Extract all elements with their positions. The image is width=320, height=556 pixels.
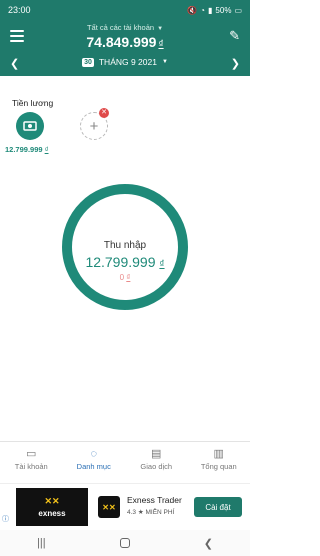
ad-price: MIỄN PHÍ (145, 509, 175, 516)
expense-total: 0 ₫ (0, 273, 250, 282)
battery-icon: ▭ (234, 5, 242, 15)
ad-banner[interactable]: ⓘ ✕✕ exness ✕✕ Exness Trader 4.3 ★ MIỄN … (0, 483, 250, 529)
home-icon[interactable] (119, 538, 130, 548)
currency-symbol: ₫ (158, 39, 164, 50)
chevron-down-icon: ▼ (161, 59, 168, 65)
income-value: 12.799.999 (85, 254, 156, 270)
ad-logo: ✕✕ exness (16, 488, 88, 526)
total-amount: 74.849.999 (86, 34, 157, 50)
nav-overview-label: Tổng quan (200, 462, 237, 471)
currency-symbol: ₫ (44, 145, 49, 154)
chevron-down-icon: ▼ (157, 26, 164, 32)
calendar-badge: 30 (82, 57, 94, 67)
currency-symbol: ₫ (159, 259, 165, 270)
ad-app-name: Exness Trader (127, 495, 182, 505)
wallet-icon: ▭ (26, 448, 37, 460)
nav-categories[interactable]: ◌ Danh mục (63, 442, 126, 478)
transactions-icon: ▤ (151, 448, 162, 460)
bottom-nav: ▭ Tài khoản ◌ Danh mục ▤ Giao dịch ▥ Tổn… (0, 441, 250, 478)
category-label: Tiền lương (12, 98, 54, 108)
income-total: 12.799.999 ₫ (0, 254, 250, 270)
install-button[interactable]: Cài đặt (194, 497, 242, 517)
system-nav: ||| ❮ (0, 530, 250, 556)
account-selector[interactable]: Tất cả các tài khoản ▼ (0, 23, 250, 32)
period-selector[interactable]: 30 THÁNG 9 2021 ▼ (0, 57, 250, 67)
status-bar: 23:00 🔇 ◔ ▮ 50% ▭ (0, 0, 250, 20)
currency-symbol: ₫ (126, 273, 131, 282)
remove-icon[interactable]: ✕ (99, 108, 109, 118)
category-amount: 12.799.999 ₫ (5, 145, 49, 154)
recent-apps-icon[interactable]: ||| (37, 537, 46, 549)
overview-icon: ▥ (213, 448, 224, 460)
nav-accounts-label: Tài khoản (14, 462, 48, 471)
summary-title: Thu nhập (103, 240, 147, 251)
money-icon (23, 121, 37, 131)
nav-overview[interactable]: ▥ Tổng quan (188, 442, 251, 478)
plus-icon: + (89, 117, 99, 135)
edit-icon[interactable]: ✎ (229, 28, 240, 44)
app-icon: ✕✕ (98, 496, 120, 518)
next-period-icon[interactable]: ❯ (231, 57, 240, 70)
category-icon: ◌ (90, 448, 98, 460)
expense-value: 0 (119, 273, 125, 282)
signal-icon: ▮ (208, 5, 213, 15)
ad-info-icon[interactable]: ⓘ (2, 514, 9, 524)
nav-transactions[interactable]: ▤ Giao dịch (125, 442, 188, 478)
category-salary-button[interactable] (16, 112, 44, 140)
period-bar: ❮ 30 THÁNG 9 2021 ▼ ❯ (0, 52, 250, 76)
wifi-icon: ◔ (200, 5, 206, 15)
mute-icon: 🔇 (187, 5, 198, 15)
account-selector-label: Tất cả các tài khoản (86, 23, 155, 32)
rating-value: 4.3 (127, 509, 137, 516)
status-time: 23:00 (8, 5, 31, 15)
ex-logo-icon: ✕✕ (44, 496, 60, 506)
nav-accounts[interactable]: ▭ Tài khoản (0, 442, 63, 478)
category-amount-value: 12.799.999 (5, 145, 43, 154)
ad-logo-text: exness (38, 509, 66, 518)
back-icon[interactable]: ❮ (204, 537, 213, 550)
status-icons: 🔇 ◔ ▮ 50% ▭ (187, 6, 242, 15)
total-balance: 74.849.999 ₫ (0, 34, 250, 50)
nav-categories-label: Danh mục (76, 462, 111, 471)
period-label: THÁNG 9 2021 (98, 57, 157, 67)
ad-rating: 4.3 ★ MIỄN PHÍ (127, 508, 174, 516)
nav-transactions-label: Giao dịch (140, 462, 173, 471)
star-icon: ★ (137, 509, 144, 516)
battery-level: 50% (215, 5, 232, 15)
